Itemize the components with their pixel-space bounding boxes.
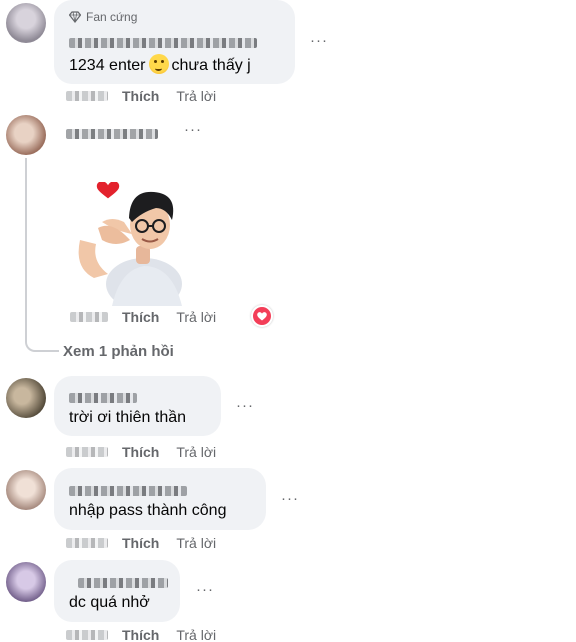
avatar-sticker: [78, 182, 182, 306]
comment-actions: Thích Trả lời: [66, 535, 216, 551]
commenter-name[interactable]: [69, 483, 187, 501]
heart-icon: [257, 312, 267, 321]
comment-text: dc quá nhở: [69, 594, 150, 611]
commenter-name[interactable]: [78, 575, 168, 593]
timestamp[interactable]: [66, 91, 108, 101]
like-button[interactable]: Thích: [122, 627, 159, 642]
reply-button[interactable]: Trả lời: [176, 535, 216, 551]
comment-text: 1234 enter chưa thấy j: [69, 54, 251, 75]
avatar[interactable]: [6, 3, 46, 43]
like-button[interactable]: Thích: [122, 444, 159, 460]
fan-badge-label: Fan cứng: [86, 10, 138, 24]
diamond-icon: [69, 11, 81, 23]
commenter-name[interactable]: [69, 390, 137, 408]
comment-text: nhập pass thành công: [69, 502, 227, 519]
avatar[interactable]: [6, 378, 46, 418]
avatar[interactable]: [6, 470, 46, 510]
more-options-button[interactable]: ···: [196, 581, 214, 598]
comment-text: trời ơi thiên thần: [69, 409, 187, 426]
reaction-badge[interactable]: [251, 305, 273, 327]
reply-button[interactable]: Trả lời: [176, 88, 216, 104]
view-replies-link[interactable]: Xem 1 phản hồi: [63, 343, 174, 360]
comment-actions: Thích Trả lời: [66, 627, 216, 642]
commenter-name[interactable]: [69, 35, 257, 53]
timestamp[interactable]: [70, 312, 108, 322]
timestamp[interactable]: [66, 630, 108, 640]
thinking-face-emoji-icon: [148, 54, 169, 74]
comment-actions: Thích Trả lời: [70, 309, 216, 325]
more-options-button[interactable]: ···: [310, 32, 328, 49]
more-options-button[interactable]: ···: [184, 121, 202, 138]
commenter-name[interactable]: [66, 126, 158, 144]
comment-actions: Thích Trả lời: [66, 88, 216, 104]
reply-button[interactable]: Trả lời: [176, 444, 216, 460]
reply-button[interactable]: Trả lời: [176, 309, 216, 325]
more-options-button[interactable]: ···: [281, 490, 299, 507]
comment-actions: Thích Trả lời: [66, 444, 216, 460]
thread-line: [25, 158, 59, 352]
timestamp[interactable]: [66, 538, 108, 548]
avatar[interactable]: [6, 115, 46, 155]
reply-button[interactable]: Trả lời: [176, 627, 216, 642]
like-button[interactable]: Thích: [122, 535, 159, 551]
like-button[interactable]: Thích: [122, 309, 159, 325]
more-options-button[interactable]: ···: [236, 397, 254, 414]
timestamp[interactable]: [66, 447, 108, 457]
fan-badge: Fan cứng: [69, 10, 137, 24]
like-button[interactable]: Thích: [122, 88, 159, 104]
avatar[interactable]: [6, 562, 46, 602]
